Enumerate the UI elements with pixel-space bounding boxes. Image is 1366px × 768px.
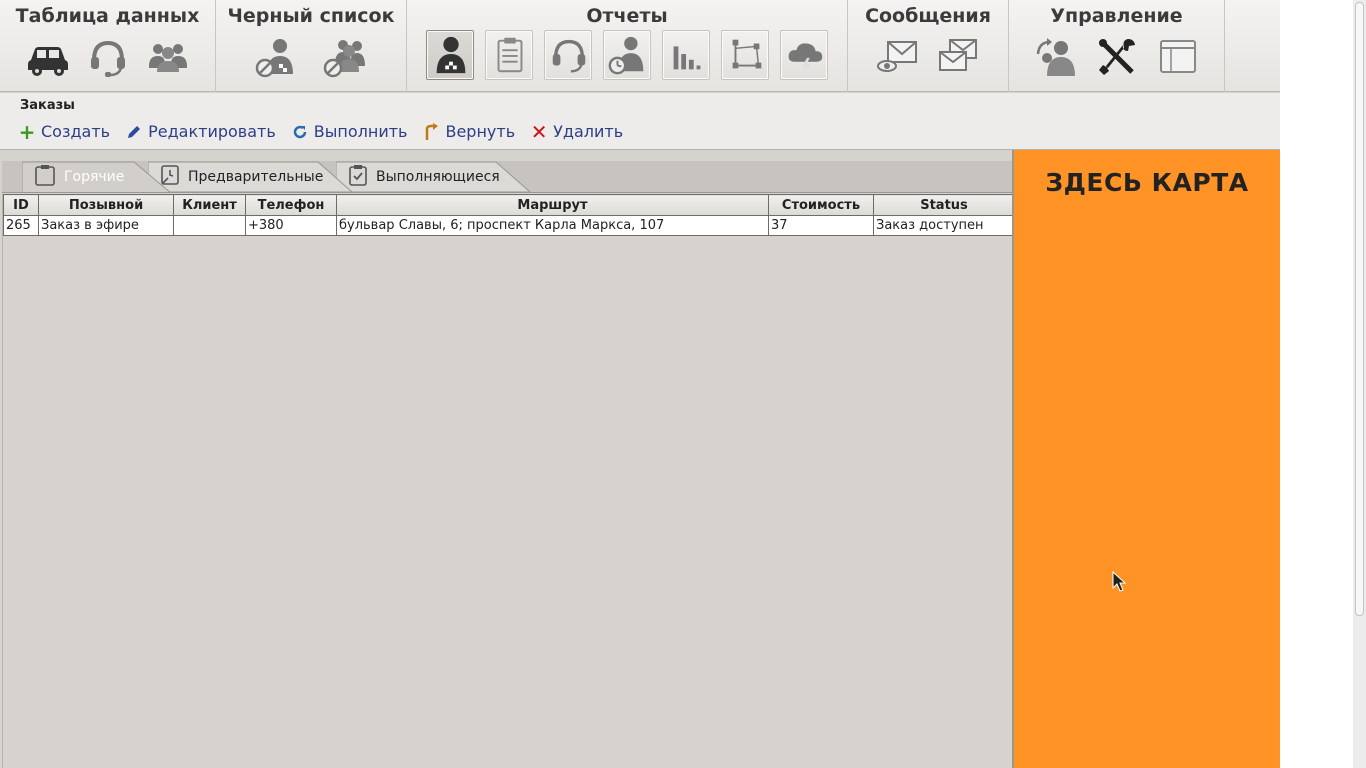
orders-table-area: ID Позывной Клиент Телефон Маршрут Стоим… (2, 194, 1015, 768)
cell-callsign: Заказ в эфире (38, 215, 174, 236)
delete-button[interactable]: ✕ Удалить (530, 119, 624, 144)
blocked-driver-icon[interactable] (254, 34, 300, 80)
cell-cost: 37 (768, 215, 874, 236)
cell-status: Заказ доступен (873, 215, 1015, 236)
blocked-group-icon[interactable] (322, 34, 368, 80)
tab-label: Горячие (64, 168, 125, 185)
close-icon: ✕ (530, 119, 548, 144)
column-header-client[interactable]: Клиент (173, 194, 246, 216)
pencil-icon (126, 123, 142, 141)
refresh-icon (292, 123, 308, 141)
clipboard-report-icon[interactable] (485, 30, 533, 80)
map-panel[interactable]: ЗДЕСЬ КАРТА (1014, 150, 1280, 768)
operator-report-icon[interactable] (544, 30, 592, 80)
view-message-icon[interactable] (875, 34, 921, 80)
cell-id: 265 (3, 215, 39, 236)
ribbon-group-title: Таблица данных (15, 5, 200, 27)
headset-icon[interactable] (85, 34, 131, 80)
ribbon-group-blacklist: Черный список (216, 0, 407, 92)
ribbon-group-title: Черный список (227, 5, 395, 27)
tab-label: Предварительные (188, 168, 324, 185)
driver-report-icon[interactable] (426, 30, 474, 80)
column-header-phone[interactable]: Телефон (245, 194, 337, 216)
execute-label: Выполнить (313, 122, 408, 141)
orders-actions: + Создать Редактировать Выполнить Вернут… (18, 119, 624, 144)
tab-preliminary[interactable]: Предварительные (148, 161, 353, 192)
return-label: Вернуть (445, 122, 516, 141)
orders-panel: Заказы + Создать Редактировать Выполнить (0, 93, 1280, 150)
tab-hot[interactable]: Горячие (22, 161, 172, 192)
ribbon-group-management: Управление (1009, 0, 1225, 92)
bar-chart-icon[interactable] (662, 30, 710, 80)
table-header-row: ID Позывной Клиент Телефон Маршрут Стоим… (3, 194, 1015, 216)
column-header-status[interactable]: Status (873, 194, 1015, 216)
return-arrow-icon (423, 122, 439, 141)
note-icon (160, 164, 180, 190)
messages-icon[interactable] (935, 34, 981, 80)
orders-title: Заказы (20, 98, 75, 113)
ribbon-group-title: Управление (1050, 5, 1183, 27)
user-switch-icon[interactable] (1033, 34, 1079, 80)
create-button[interactable]: + Создать (18, 119, 111, 144)
create-label: Создать (41, 122, 111, 141)
car-icon[interactable] (25, 34, 71, 80)
orders-table: ID Позывной Клиент Телефон Маршрут Стоим… (3, 194, 1015, 236)
mouse-cursor-icon (1112, 571, 1126, 592)
ribbon-group-messages: Сообщения (848, 0, 1009, 92)
edit-label: Редактировать (148, 122, 276, 141)
column-header-id[interactable]: ID (3, 194, 39, 216)
delete-label: Удалить (553, 122, 624, 141)
edit-button[interactable]: Редактировать (126, 122, 276, 141)
route-report-icon[interactable] (721, 30, 769, 80)
ribbon-group-data-tables: Таблица данных (0, 0, 216, 92)
cell-route: бульвар Славы, 6; проспект Карла Маркса,… (336, 215, 769, 236)
orders-tabs: Выполняющиеся Предварительные Горячие (2, 161, 1013, 193)
ribbon-group-title: Сообщения (865, 5, 991, 27)
top-ribbon: Таблица данных Черный список Отчеты Сооб… (0, 0, 1280, 92)
tools-icon[interactable] (1094, 34, 1140, 80)
execute-button[interactable]: Выполнить (292, 122, 408, 141)
tab-label: Выполняющиеся (376, 168, 500, 185)
column-header-cost[interactable]: Стоимость (768, 194, 874, 216)
plus-icon: + (18, 119, 36, 144)
cell-client (173, 215, 246, 236)
ribbon-group-title: Отчеты (586, 5, 668, 27)
app-window: Таблица данных Черный список Отчеты Сооб… (0, 0, 1280, 768)
vertical-scrollbar[interactable] (1353, 0, 1366, 768)
window-icon[interactable] (1155, 34, 1201, 80)
column-header-route[interactable]: Маршрут (336, 194, 769, 216)
clipboard-icon (34, 164, 56, 190)
column-header-callsign[interactable]: Позывной (38, 194, 174, 216)
ribbon-group-reports: Отчеты (407, 0, 848, 92)
clipboard-check-icon (348, 164, 368, 190)
weather-icon[interactable] (780, 30, 828, 80)
cell-phone: +380 (245, 215, 337, 236)
return-button[interactable]: Вернуть (423, 122, 515, 141)
scrollbar-thumb[interactable] (1355, 2, 1364, 616)
map-placeholder-label: ЗДЕСЬ КАРТА (1045, 168, 1249, 197)
tab-in-progress[interactable]: Выполняющиеся (336, 161, 531, 192)
driver-time-report-icon[interactable] (603, 30, 651, 80)
table-row[interactable]: 265 Заказ в эфире +380 бульвар Славы, 6;… (3, 215, 1015, 236)
users-group-icon[interactable] (145, 34, 191, 80)
